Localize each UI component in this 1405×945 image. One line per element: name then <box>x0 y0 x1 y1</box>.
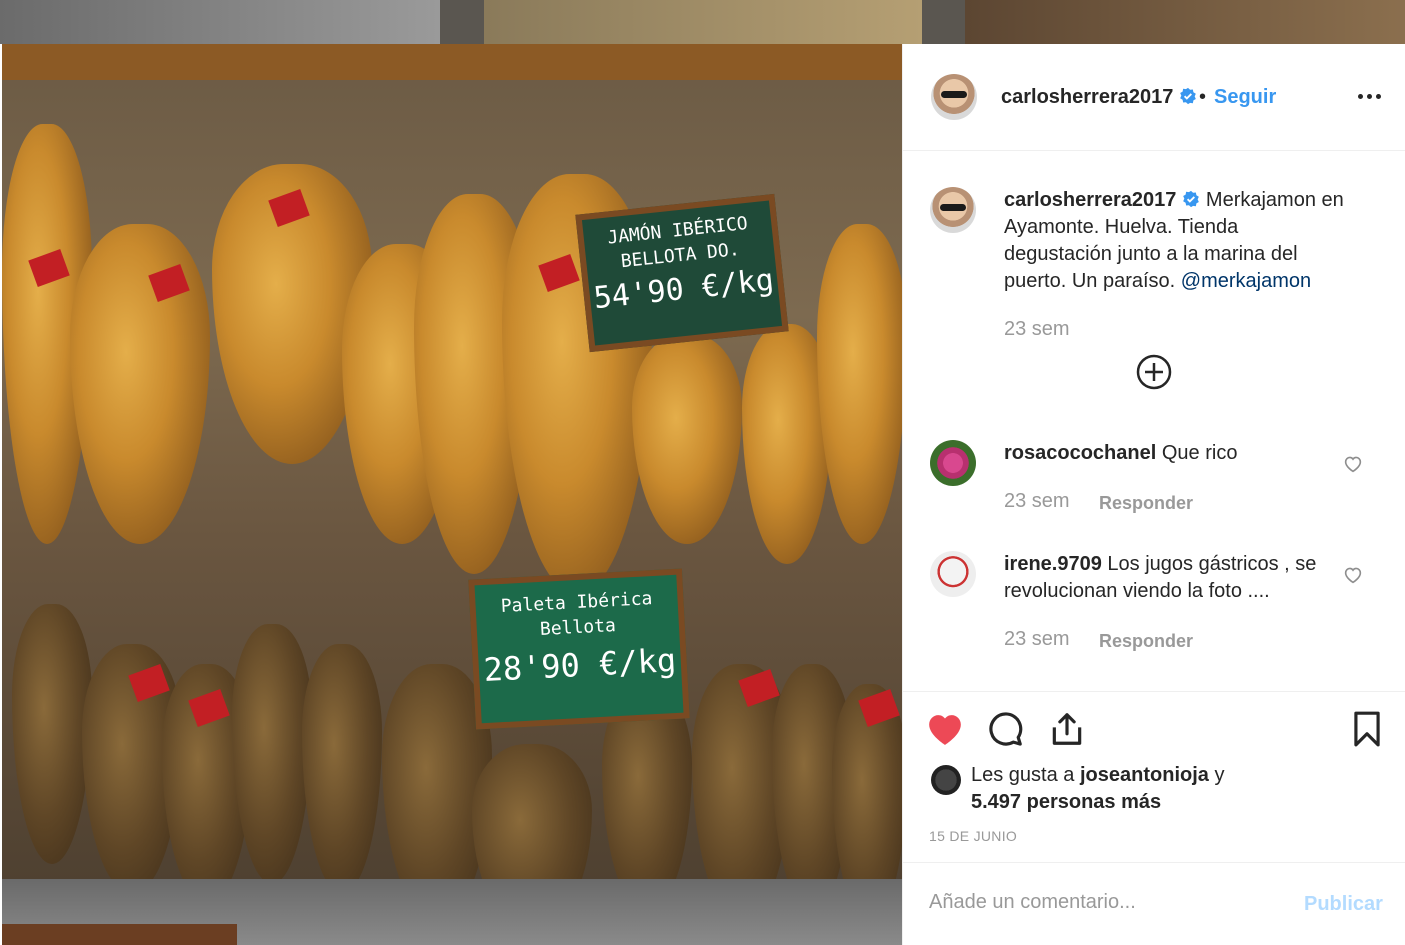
separator-dot: • <box>1199 86 1207 108</box>
ham-image <box>817 224 902 544</box>
share-icon[interactable] <box>1048 710 1086 748</box>
comments-list[interactable]: carlosherrera2017 Merkajamon en Ayamonte… <box>903 151 1405 691</box>
comment-username[interactable]: rosacocochanel <box>1004 442 1156 464</box>
price-sign-jamon: JAMÓN IBÉRICO BELLOTA DO. 54'90 €/kg <box>575 193 789 353</box>
reply-button[interactable]: Responder <box>1099 631 1193 652</box>
author-username[interactable]: carlosherrera2017 <box>1001 86 1173 108</box>
background-photo <box>484 0 922 44</box>
author-avatar[interactable] <box>931 74 977 120</box>
more-options-icon[interactable] <box>1358 94 1382 100</box>
author-username-row: carlosherrera2017 <box>1001 86 1197 109</box>
hanging-rail <box>2 44 902 80</box>
comment-time[interactable]: 23 sem <box>1004 490 1070 513</box>
post-header: carlosherrera2017 • Seguir <box>903 44 1405 151</box>
post-actions: Les gusta a joseantonioja y 5.497 person… <box>903 691 1405 862</box>
comment-time[interactable]: 23 sem <box>1004 628 1070 651</box>
comment-bubble-icon[interactable] <box>987 710 1025 748</box>
verified-badge-icon <box>1183 190 1200 208</box>
likes-summary: Les gusta a joseantonioja y 5.497 person… <box>931 762 1225 816</box>
commenter-avatar[interactable] <box>930 440 976 486</box>
likes-prefix: Les gusta a <box>971 764 1075 786</box>
background-photo <box>0 0 440 44</box>
comment-username[interactable]: irene.9709 <box>1004 553 1102 575</box>
publish-button[interactable]: Publicar <box>1304 893 1383 916</box>
sign-price: 28'90 €/kg <box>482 640 678 689</box>
caption-time[interactable]: 23 sem <box>1004 318 1070 341</box>
background-photo <box>965 0 1405 44</box>
ham-image <box>632 334 742 544</box>
ham-image <box>232 624 312 884</box>
like-comment-heart-icon[interactable] <box>1343 566 1363 584</box>
post-photo[interactable]: JAMÓN IBÉRICO BELLOTA DO. 54'90 €/kg Pal… <box>2 44 902 945</box>
commenter-avatar[interactable] <box>930 551 976 597</box>
liker-avatar[interactable] <box>931 765 961 795</box>
like-heart-icon[interactable] <box>926 710 964 748</box>
likes-suffix: y <box>1214 764 1225 786</box>
caption-text-block: carlosherrera2017 Merkajamon en Ayamonte… <box>1004 187 1344 295</box>
like-comment-heart-icon[interactable] <box>1343 455 1363 473</box>
reply-button[interactable]: Responder <box>1099 493 1193 514</box>
ham-image <box>12 604 92 864</box>
verified-badge-icon <box>1180 87 1197 105</box>
add-comment-input[interactable] <box>929 891 1269 914</box>
caption-avatar[interactable] <box>930 187 976 233</box>
post-date[interactable]: 15 DE JUNIO <box>929 828 1017 844</box>
price-sign-paleta: Paleta Ibérica Bellota 28'90 €/kg <box>468 568 690 730</box>
comment-text: Que rico <box>1161 442 1238 464</box>
background-feed-strip <box>0 0 1405 44</box>
ham-image <box>70 224 210 544</box>
ham-image <box>302 644 382 894</box>
post-side-panel: carlosherrera2017 • Seguir carlosherrera… <box>902 44 1405 945</box>
comment-text-block: irene.9709 Los jugos gástricos , se revo… <box>1004 551 1334 605</box>
wood-counter <box>2 924 237 945</box>
likes-count[interactable]: 5.497 personas más <box>971 791 1161 813</box>
load-more-comments-icon[interactable] <box>1136 354 1172 390</box>
comment-text-block: rosacocochanel Que rico <box>1004 440 1334 467</box>
caption-username[interactable]: carlosherrera2017 <box>1004 189 1176 211</box>
add-comment-bar: Publicar <box>903 862 1405 945</box>
bookmark-icon[interactable] <box>1348 710 1386 748</box>
follow-button[interactable]: Seguir <box>1214 86 1276 109</box>
liker-username[interactable]: joseantonioja <box>1080 764 1209 786</box>
caption-mention-link[interactable]: @merkajamon <box>1181 270 1311 292</box>
